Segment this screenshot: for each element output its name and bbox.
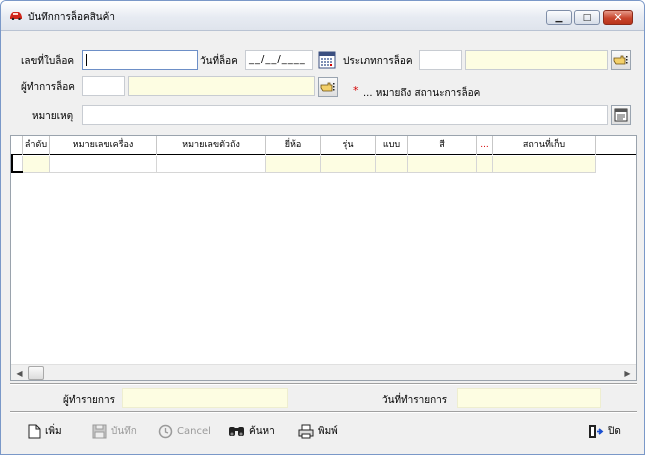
- footer-divider: [10, 383, 637, 385]
- exit-button[interactable]: ปิด: [588, 422, 621, 440]
- scroll-right-icon[interactable]: ▶: [619, 365, 636, 380]
- lock-type-label: ประเภทการล็อค: [343, 56, 413, 67]
- save-button[interactable]: บันทึก: [92, 422, 137, 440]
- close-icon: ✕: [613, 11, 623, 24]
- add-button[interactable]: เพิ่ม: [28, 422, 62, 440]
- grid-cell: [408, 156, 477, 173]
- locker-name-field: [128, 76, 315, 96]
- lock-type-lookup-button[interactable]: [611, 50, 631, 70]
- maximize-button[interactable]: □: [574, 10, 600, 25]
- minimize-button[interactable]: ▁: [546, 10, 572, 25]
- lock-no-label: เลขที่ใบล็อค: [21, 56, 75, 67]
- column-header[interactable]: ยี่ห้อ: [266, 136, 321, 155]
- grid-cell[interactable]: [50, 156, 157, 173]
- column-header[interactable]: สี: [408, 136, 477, 155]
- column-header[interactable]: หมายเลขตัวถัง: [157, 136, 266, 155]
- save-label: บันทึก: [111, 425, 137, 437]
- add-label: เพิ่ม: [45, 425, 62, 437]
- horizontal-scrollbar[interactable]: ◀ ▶: [11, 364, 636, 380]
- column-header[interactable]: แบบ: [376, 136, 408, 155]
- search-button[interactable]: ค้นหา: [228, 422, 275, 440]
- remark-input[interactable]: [82, 105, 608, 125]
- row-selector-header: [11, 136, 23, 155]
- creator-label: ผู้ทำรายการ: [63, 395, 115, 406]
- printer-icon: [298, 424, 314, 438]
- note-dots: ... หมายถึง สถานะการล็อค: [363, 88, 481, 99]
- created-date-field: [457, 388, 601, 408]
- lock-date-input[interactable]: __/__/____: [245, 50, 313, 70]
- binoculars-icon: [229, 427, 244, 436]
- calendar-button[interactable]: [317, 50, 337, 70]
- exit-label: ปิด: [608, 425, 621, 437]
- remark-expand-button[interactable]: [611, 105, 631, 125]
- column-header[interactable]: ลำดับ: [23, 136, 50, 155]
- cancel-button[interactable]: Cancel: [158, 422, 211, 440]
- minimize-icon: ▁: [555, 12, 563, 23]
- toolbar-divider: [10, 411, 637, 413]
- notes-icon: [614, 108, 628, 122]
- lock-goods-window: บันทึกการล็อคสินค้า ▁ □ ✕ เลขที่ใบล็อค ว…: [0, 0, 645, 455]
- title-bar[interactable]: บันทึกการล็อคสินค้า ▁ □ ✕: [1, 1, 644, 31]
- grid-cell[interactable]: [157, 156, 266, 173]
- new-document-icon: [28, 424, 41, 438]
- car-icon: [10, 12, 22, 20]
- lock-status-column-header[interactable]: ...: [477, 136, 493, 155]
- lock-date-label: วันที่ล็อค: [200, 56, 238, 67]
- print-button[interactable]: พิมพ์: [298, 422, 338, 440]
- creator-field: [122, 388, 288, 408]
- lock-type-code-input[interactable]: [419, 50, 462, 70]
- pointing-hand-icon: [613, 55, 628, 65]
- scrollbar-thumb[interactable]: [28, 366, 44, 380]
- maximize-icon: □: [582, 12, 592, 23]
- locker-lookup-button[interactable]: [318, 77, 338, 97]
- search-label: ค้นหา: [249, 425, 275, 437]
- grid-cell: [477, 156, 493, 173]
- scroll-left-icon[interactable]: ◀: [11, 365, 28, 380]
- lock-type-name-field: [465, 50, 608, 70]
- text-caret: [86, 54, 87, 66]
- grid-cell: [321, 156, 376, 173]
- grid-cell: [266, 156, 321, 173]
- grid-header: ลำดับ หมายเลขเครื่อง หมายเลขตัวถัง ยี่ห้…: [11, 136, 636, 155]
- window-title: บันทึกการล็อคสินค้า: [28, 12, 115, 23]
- filler-header: [596, 136, 636, 155]
- current-row-marker: [11, 155, 23, 173]
- grid-cell: [23, 156, 50, 173]
- required-star: *: [353, 84, 359, 97]
- locker-label: ผู้ทำการล็อค: [21, 82, 75, 93]
- created-date-label: วันที่ทำรายการ: [382, 395, 448, 406]
- calendar-icon: [318, 51, 336, 69]
- floppy-disk-icon: [92, 424, 107, 438]
- undo-clock-icon: [158, 424, 173, 438]
- grid-cell: [493, 156, 596, 173]
- pointing-hand-icon: [320, 82, 335, 92]
- lock-no-input[interactable]: [82, 50, 198, 70]
- grid-cell: [376, 156, 408, 173]
- column-header[interactable]: สถานที่เก็บ: [493, 136, 596, 155]
- lock-status-note: ... หมายถึง สถานะการล็อค: [363, 86, 480, 101]
- exit-door-icon: [589, 424, 604, 438]
- column-header[interactable]: รุ่น: [321, 136, 376, 155]
- table-row[interactable]: [11, 156, 596, 173]
- locker-code-input[interactable]: [82, 76, 125, 96]
- column-header[interactable]: หมายเลขเครื่อง: [50, 136, 157, 155]
- cancel-label: Cancel: [177, 425, 211, 437]
- lock-items-grid[interactable]: ลำดับ หมายเลขเครื่อง หมายเลขตัวถัง ยี่ห้…: [10, 135, 637, 381]
- close-window-button[interactable]: ✕: [603, 10, 633, 25]
- print-label: พิมพ์: [318, 425, 338, 437]
- remark-label: หมายเหตุ: [32, 111, 74, 122]
